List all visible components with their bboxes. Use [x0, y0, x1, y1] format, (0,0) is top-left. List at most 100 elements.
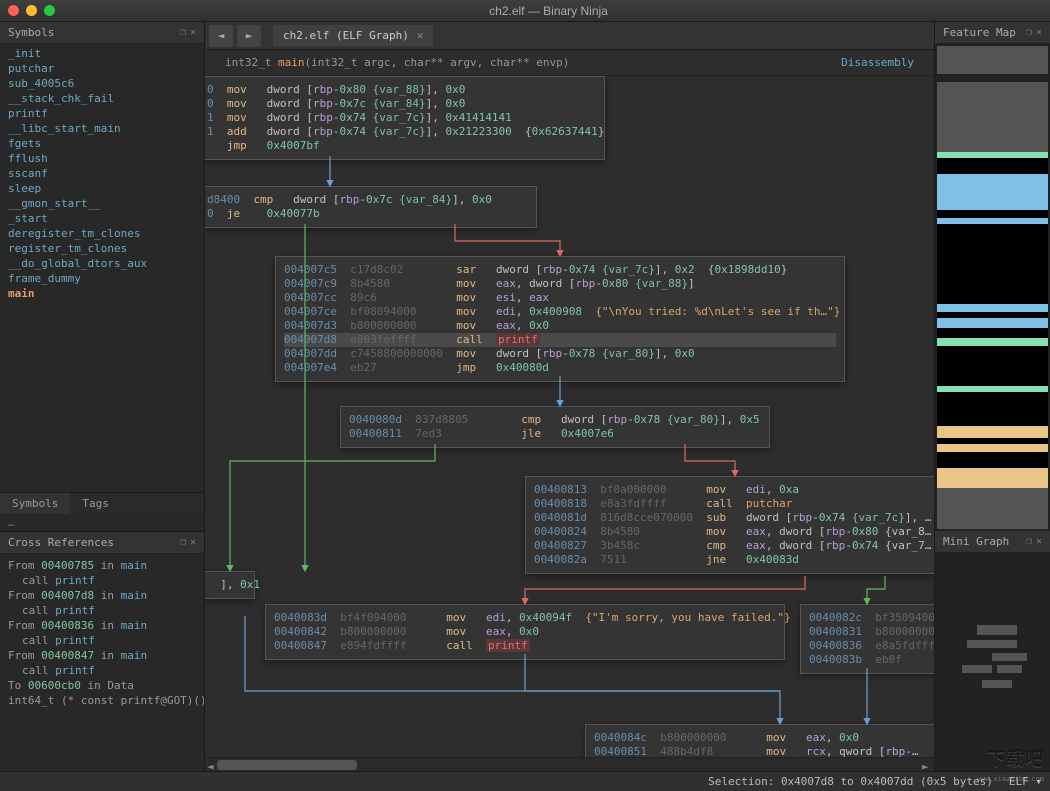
- status-bar: Selection: 0x4007d8 to 0x4007dd (0x5 byt…: [0, 771, 1050, 791]
- feature-stripe: [937, 158, 1048, 174]
- feature-stripe: [937, 426, 1048, 438]
- panel-pop-icon[interactable]: ❐: [180, 537, 186, 548]
- window-controls: [8, 5, 55, 16]
- symbol-item[interactable]: putchar: [0, 61, 204, 76]
- xref-line[interactable]: call printf: [6, 603, 198, 618]
- scroll-right-icon[interactable]: ►: [922, 760, 932, 770]
- feature-stripe: [937, 304, 1048, 312]
- left-sidebar: Symbols ❐ ✕ _initputcharsub_4005c6__stac…: [0, 22, 205, 771]
- symbol-item[interactable]: sub_4005c6: [0, 76, 204, 91]
- titlebar: ch2.elf — Binary Ninja: [0, 0, 1050, 22]
- symbol-item[interactable]: _init: [0, 46, 204, 61]
- symbols-list[interactable]: _initputcharsub_4005c6__stack_chk_failpr…: [0, 44, 204, 492]
- feature-map-canvas[interactable]: [937, 46, 1048, 529]
- panel-close-icon[interactable]: ✕: [190, 27, 196, 38]
- xref-line[interactable]: int64_t (* const printf@GOT)(): [6, 693, 198, 708]
- xref-line[interactable]: call printf: [6, 573, 198, 588]
- feature-stripe: [937, 210, 1048, 218]
- toolbar: ◄ ► ch2.elf (ELF Graph) ✕: [205, 22, 934, 50]
- nav-back-button[interactable]: ◄: [209, 25, 233, 47]
- right-sidebar: Feature Map ❐ ✕ Mini Graph ❐ ✕: [934, 22, 1050, 771]
- status-selection: Selection: 0x4007d8 to 0x4007dd (0x5 byt…: [708, 775, 993, 788]
- graph-node[interactable]: ], 0x1: [205, 571, 255, 599]
- tab-tags[interactable]: Tags: [70, 493, 121, 514]
- minigraph-title: Mini Graph: [943, 535, 1009, 548]
- symbol-item[interactable]: sleep: [0, 181, 204, 196]
- symbol-item[interactable]: sscanf: [0, 166, 204, 181]
- xrefs-title: Cross References: [8, 536, 114, 549]
- view-mode-link[interactable]: Disassembly: [841, 56, 914, 69]
- symbol-item[interactable]: __libc_start_main: [0, 121, 204, 136]
- symbol-item[interactable]: frame_dummy: [0, 271, 204, 286]
- function-signature-bar: int32_t main(int32_t argc, char** argv, …: [205, 50, 934, 76]
- graph-node[interactable]: 0 mov dword [rbp-0x80 {var_88}], 0x0 0 m…: [205, 76, 605, 160]
- feature-stripe: [937, 46, 1048, 74]
- file-tab-label: ch2.elf (ELF Graph): [283, 29, 409, 42]
- scroll-left-icon[interactable]: ◄: [207, 760, 217, 770]
- symbol-item[interactable]: fgets: [0, 136, 204, 151]
- symbol-item[interactable]: main: [0, 286, 204, 492]
- symbol-item[interactable]: __do_global_dtors_aux: [0, 256, 204, 271]
- feature-stripe: [937, 452, 1048, 468]
- xref-line[interactable]: From 00400785 in main: [6, 558, 198, 573]
- feature-stripe: [937, 318, 1048, 328]
- feature-stripe: [937, 444, 1048, 452]
- panel-overflow[interactable]: …: [0, 514, 204, 531]
- close-button[interactable]: [8, 5, 19, 16]
- xrefs-header: Cross References ❐ ✕: [0, 532, 204, 554]
- feature-stripe: [937, 82, 1048, 152]
- feature-map-header: Feature Map ❐ ✕: [935, 22, 1050, 44]
- graph-node[interactable]: 00400813 bf0a000000 mov edi, 0xa 0040081…: [525, 476, 934, 574]
- symbol-item[interactable]: __gmon_start__: [0, 196, 204, 211]
- panel-close-icon[interactable]: ✕: [1036, 27, 1042, 38]
- xref-line[interactable]: From 004007d8 in main: [6, 588, 198, 603]
- graph-node[interactable]: d8400 cmp dword [rbp-0x7c {var_84}], 0x0…: [205, 186, 537, 228]
- panel-pop-icon[interactable]: ❐: [180, 27, 186, 38]
- xref-line[interactable]: To 00600cb0 in Data: [6, 678, 198, 693]
- symbol-item[interactable]: printf: [0, 106, 204, 121]
- function-signature: int32_t main(int32_t argc, char** argv, …: [225, 56, 569, 69]
- minimize-button[interactable]: [26, 5, 37, 16]
- feature-stripe: [937, 224, 1048, 304]
- status-mode[interactable]: ELF ▾: [1009, 775, 1042, 788]
- symbol-item[interactable]: register_tm_clones: [0, 241, 204, 256]
- xref-line[interactable]: call printf: [6, 663, 198, 678]
- graph-view[interactable]: 0040084c b800000000 mov eax, 0x0 0040085…: [205, 76, 934, 771]
- symbol-item[interactable]: deregister_tm_clones: [0, 226, 204, 241]
- xref-line[interactable]: call printf: [6, 633, 198, 648]
- xrefs-list[interactable]: From 00400785 in maincall printfFrom 004…: [0, 554, 204, 771]
- window-title: ch2.elf — Binary Ninja: [55, 4, 1042, 18]
- graph-node[interactable]: 0040080d 837d8805 cmp dword [rbp-0x78 {v…: [340, 406, 770, 448]
- feature-stripe: [937, 200, 1048, 210]
- panel-close-icon[interactable]: ✕: [190, 537, 196, 548]
- scrollbar-thumb[interactable]: [217, 760, 357, 770]
- tab-symbols[interactable]: Symbols: [0, 493, 70, 514]
- xref-line[interactable]: From 00400847 in main: [6, 648, 198, 663]
- horizontal-scrollbar[interactable]: ◄ ►: [205, 757, 934, 771]
- panel-pop-icon[interactable]: ❐: [1026, 27, 1032, 38]
- file-tab[interactable]: ch2.elf (ELF Graph) ✕: [273, 25, 433, 46]
- main-view: ◄ ► ch2.elf (ELF Graph) ✕ int32_t main(i…: [205, 22, 934, 771]
- maximize-button[interactable]: [44, 5, 55, 16]
- symbols-panel-title: Symbols: [8, 26, 54, 39]
- xref-line[interactable]: From 00400836 in main: [6, 618, 198, 633]
- symbol-item[interactable]: __stack_chk_fail: [0, 91, 204, 106]
- feature-stripe: [937, 74, 1048, 82]
- symbol-item[interactable]: _start: [0, 211, 204, 226]
- feature-stripe: [937, 392, 1048, 426]
- close-tab-icon[interactable]: ✕: [417, 29, 424, 42]
- feature-stripe: [937, 174, 1048, 200]
- panel-pop-icon[interactable]: ❐: [1026, 536, 1032, 547]
- feature-stripe: [937, 346, 1048, 386]
- nav-forward-button[interactable]: ►: [237, 25, 261, 47]
- graph-node[interactable]: 0040082c bf35094000 00400831 b800000000 …: [800, 604, 934, 674]
- feature-stripe: [937, 338, 1048, 346]
- minigraph-header: Mini Graph ❐ ✕: [935, 531, 1050, 553]
- panel-close-icon[interactable]: ✕: [1036, 536, 1042, 547]
- feature-stripe: [937, 328, 1048, 338]
- feature-stripe: [937, 468, 1048, 488]
- graph-node[interactable]: 0040083d bf4f094000 mov edi, 0x40094f {"…: [265, 604, 785, 660]
- symbols-panel-header: Symbols ❐ ✕: [0, 22, 204, 44]
- symbol-item[interactable]: fflush: [0, 151, 204, 166]
- graph-node[interactable]: 004007c5 c17d8c02 sar dword [rbp-0x74 {v…: [275, 256, 845, 382]
